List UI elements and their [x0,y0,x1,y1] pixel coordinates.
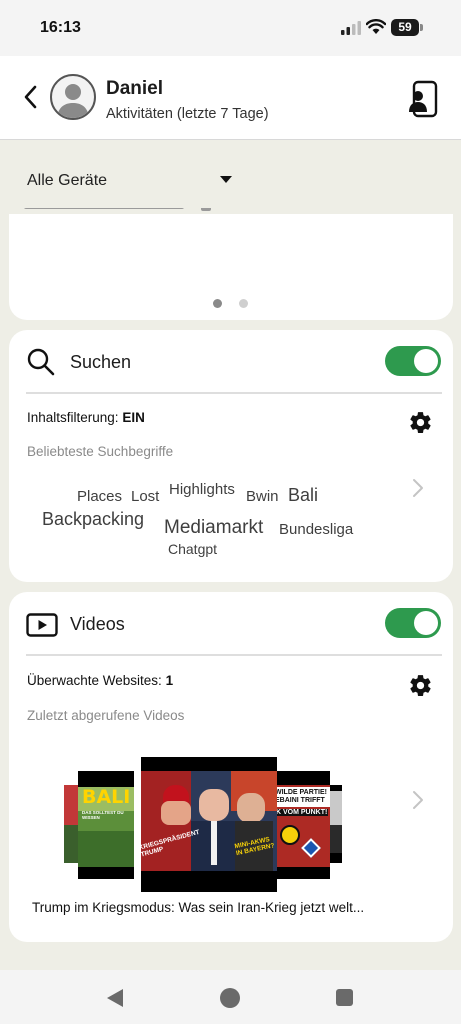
videos-card: Videos Überwachte Websites: 1 Zuletzt ab… [9,592,453,942]
wifi-icon [366,19,386,34]
search-term: Mediamarkt [164,517,264,538]
search-term: Bundesliga [279,521,354,538]
status-bar: 16:13 59 [0,0,461,56]
popular-terms-label: Beliebteste Suchbegriffe [27,444,174,459]
battery-icon: 59 [391,19,419,36]
search-term: Chatgpt [168,541,218,557]
watched-websites-status: Überwachte Websites: 1 [27,673,173,688]
content-filter-status: Inhaltsfilterung: EIN [27,410,145,425]
device-filter-select[interactable]: Alle Geräte [27,172,107,190]
search-term: Bali [288,485,319,505]
thumb-right-bot: K VOM PUNKT! [275,809,329,816]
toggle-knob [414,349,438,373]
carousel-dot-active[interactable] [213,299,222,308]
video-play-icon [26,613,58,637]
chevron-right-icon[interactable] [412,790,424,810]
chevron-down-icon[interactable] [220,176,232,184]
search-icon [27,348,55,376]
search-term: Highlights [169,481,235,498]
header-subtitle: Aktivitäten (letzte 7 Tage) [106,106,269,122]
person-icon [57,84,89,118]
nav-recents-icon[interactable] [336,989,353,1006]
thumb-bali-sub: DAS SOLLTEST DU WISSEN [82,810,124,820]
thumb-right-top: WILDE PARTIE! [275,789,327,796]
video-caption[interactable]: Trump im Kriegsmodus: Was sein Iran-Krie… [32,900,364,915]
battery-nub [420,24,423,31]
system-nav-bar [0,970,461,1024]
profile-name: Daniel [106,78,164,99]
content-filter-label: Inhaltsfilterung: [27,410,119,425]
nav-home-icon[interactable] [220,988,240,1008]
header: Daniel Aktivitäten (letzte 7 Tage) [0,56,461,140]
video-thumbnail-main[interactable]: KRIEGSPRÄSIDENT TRUMP MINI-AKWS IN BAYER… [141,757,277,892]
watched-websites-label: Überwachte Websites: [27,673,162,688]
chevron-right-icon[interactable] [412,478,424,498]
search-term: Bwin [246,488,279,505]
toggle-knob [414,611,438,635]
signal-icon [341,21,361,35]
carousel-dot[interactable] [239,299,248,308]
search-term: Lost [131,488,160,505]
back-icon[interactable] [20,84,42,110]
search-card: Suchen Inhaltsfilterung: EIN Beliebteste… [9,330,453,582]
search-term: Places [77,488,123,505]
device-icon[interactable] [407,80,439,118]
gear-icon[interactable] [408,673,433,698]
gear-icon[interactable] [408,410,433,435]
search-toggle[interactable] [385,346,441,376]
clipped-content [9,208,453,220]
thumb-right-mid: EBAINI TRIFFT [275,797,325,804]
status-time: 16:13 [40,19,81,36]
recent-videos-label: Zuletzt abgerufene Videos [27,708,185,723]
watched-websites-value: 1 [165,673,174,688]
avatar[interactable] [50,74,96,120]
nav-back-icon[interactable] [106,988,124,1008]
videos-toggle[interactable] [385,608,441,638]
search-title: Suchen [70,352,132,372]
thumb-bali-title: BALI [82,786,131,808]
divider [26,392,442,394]
video-thumbnail[interactable]: BALI DAS SOLLTEST DU WISSEN [78,771,134,879]
content-filter-value: EIN [122,410,145,425]
search-term: Backpacking [42,509,145,529]
video-thumbnail[interactable]: WILDE PARTIE! EBAINI TRIFFT K VOM PUNKT! [272,771,330,879]
divider [26,654,442,656]
videos-title: Videos [70,614,125,634]
video-thumbnail-carousel[interactable]: BALI DAS SOLLTEST DU WISSEN WILDE PARTIE… [64,757,342,892]
activity-carousel-card [9,208,453,320]
